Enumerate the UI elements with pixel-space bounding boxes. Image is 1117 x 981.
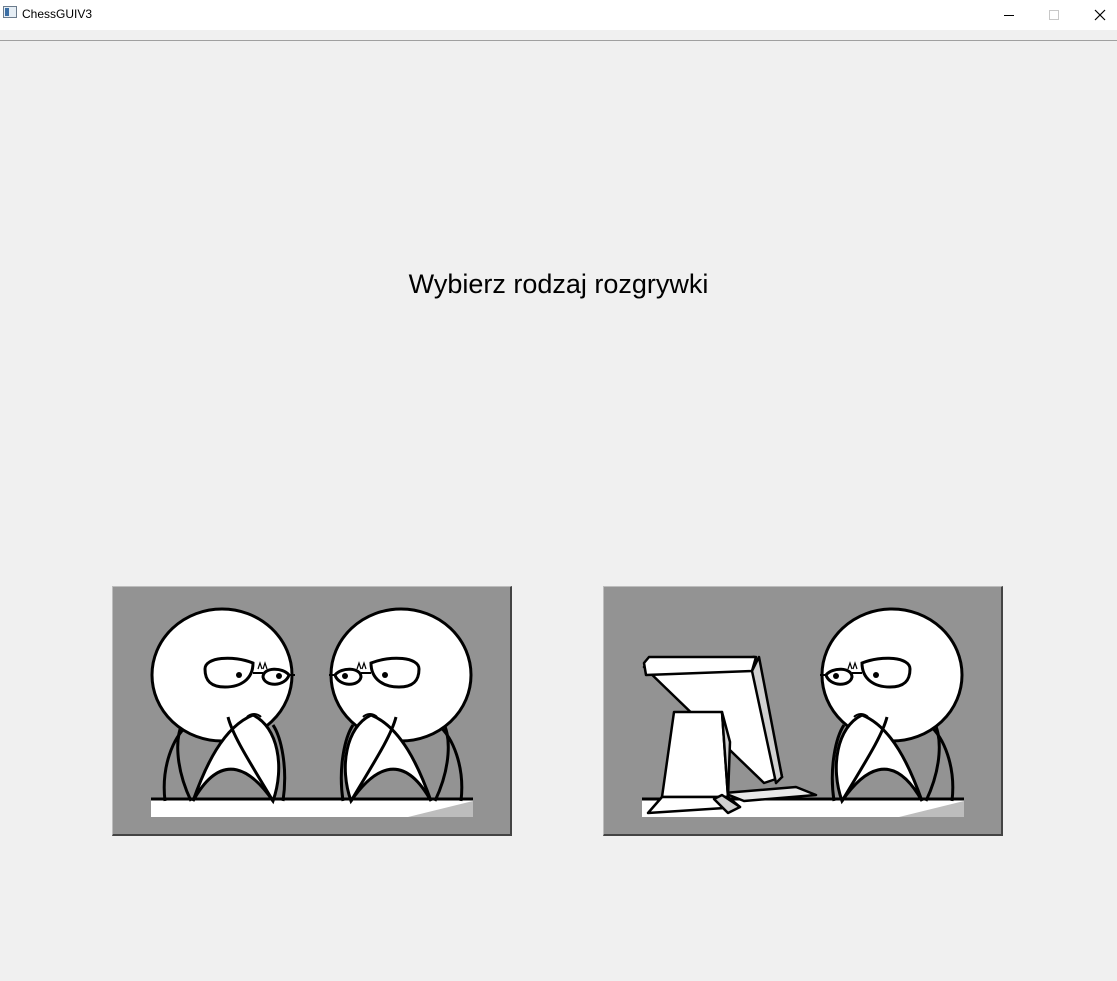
player-vs-computer-button[interactable] xyxy=(603,586,1003,836)
window-title: ChessGUIV3 xyxy=(22,7,93,21)
title-bar[interactable]: ChessGUIV3 xyxy=(0,0,1117,30)
app-window-icon xyxy=(3,6,17,18)
minimize-button[interactable] xyxy=(986,0,1032,30)
close-button[interactable] xyxy=(1077,0,1117,30)
two-thinking-people-icon xyxy=(150,607,473,817)
minimize-icon xyxy=(1004,15,1014,16)
maximize-icon xyxy=(1049,10,1059,20)
page-heading: Wybierz rodzaj rozgrywki xyxy=(408,269,709,299)
maximize-button[interactable] xyxy=(1031,0,1077,30)
close-icon xyxy=(1094,9,1106,21)
computer-and-thinking-person-icon xyxy=(642,607,964,817)
player-vs-player-button[interactable] xyxy=(112,586,512,836)
menu-bar xyxy=(0,30,1117,41)
